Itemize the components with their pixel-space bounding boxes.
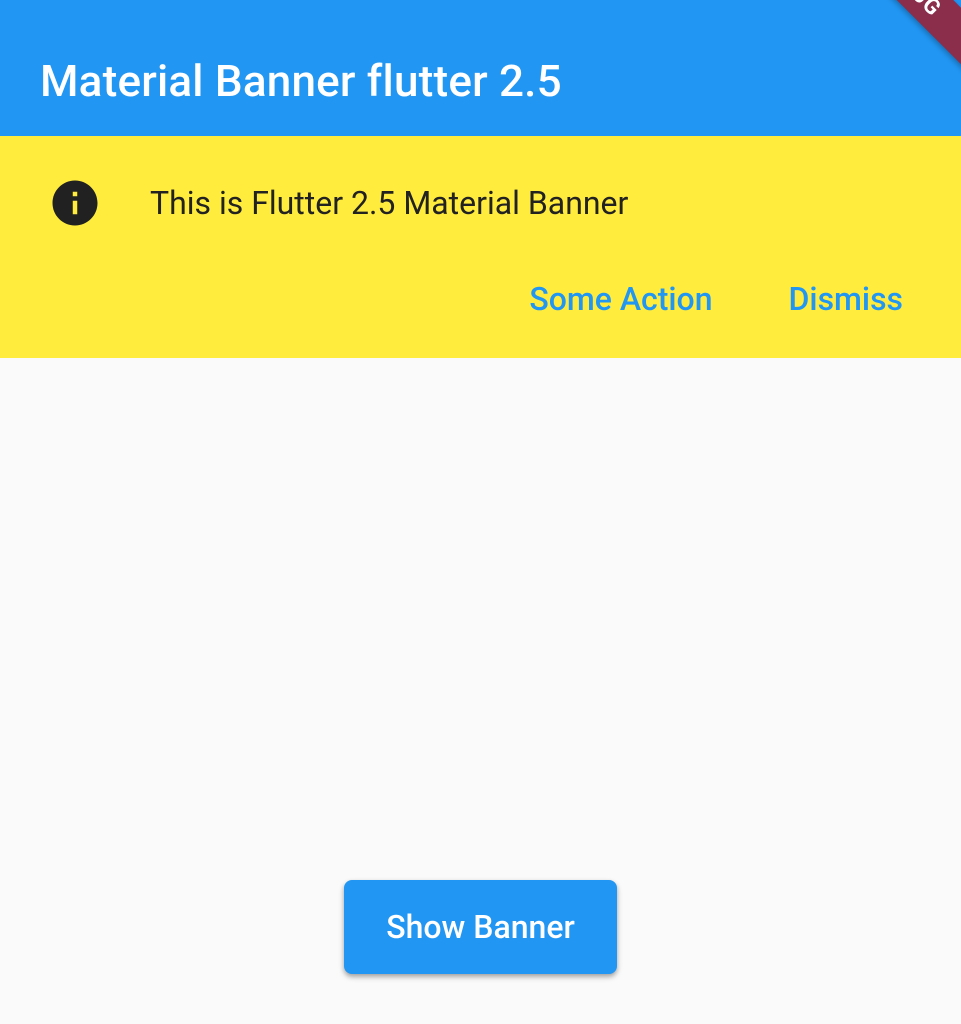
dismiss-button[interactable]: Dismiss: [781, 276, 911, 322]
banner-content-row: This is Flutter 2.5 Material Banner: [48, 176, 913, 230]
show-banner-button[interactable]: Show Banner: [344, 880, 617, 974]
some-action-button[interactable]: Some Action: [521, 276, 720, 322]
banner-actions: Some Action Dismiss: [48, 276, 913, 328]
info-icon: [48, 176, 102, 230]
material-banner: This is Flutter 2.5 Material Banner Some…: [0, 136, 961, 358]
main-content: Show Banner: [0, 880, 961, 974]
app-bar: Material Banner flutter 2.5: [0, 0, 961, 136]
app-bar-title: Material Banner flutter 2.5: [40, 55, 562, 107]
banner-message: This is Flutter 2.5 Material Banner: [150, 184, 628, 222]
